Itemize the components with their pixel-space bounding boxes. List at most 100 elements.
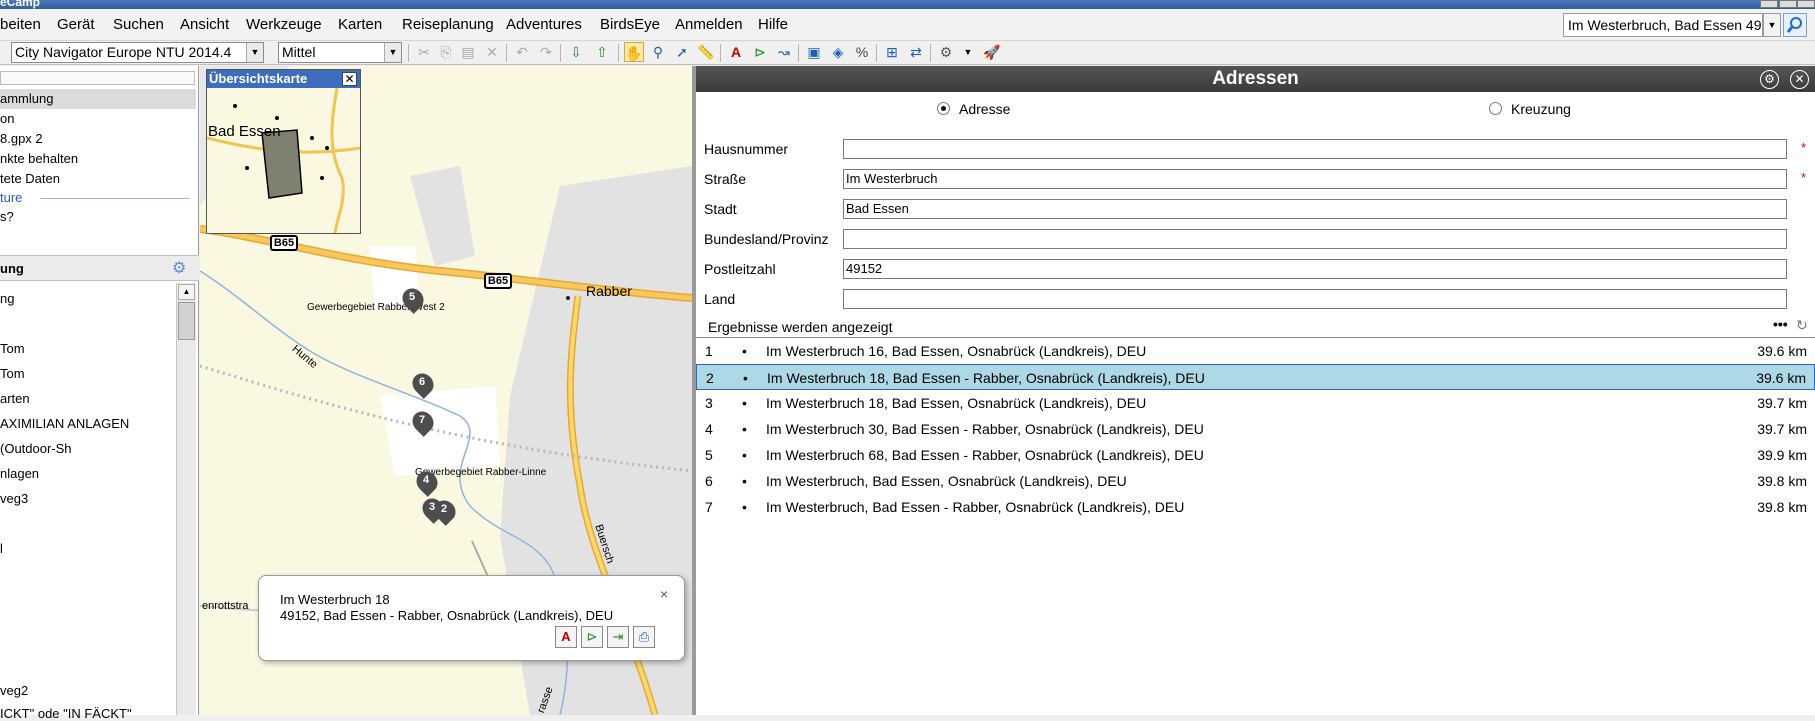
- minimize-button[interactable]: [1760, 0, 1778, 8]
- percent-icon[interactable]: %: [852, 42, 872, 62]
- country-field[interactable]: [843, 289, 1787, 309]
- waypoint-tool-icon[interactable]: ⊳: [750, 42, 770, 62]
- track-tool-icon[interactable]: ↝: [774, 42, 794, 62]
- window-title-bar: eCamp: [0, 0, 1815, 9]
- list-item[interactable]: veg2: [0, 683, 28, 698]
- search-history-dropdown[interactable]: ▼: [1763, 13, 1781, 37]
- fit-view-icon[interactable]: ⊞: [882, 42, 902, 62]
- list-item[interactable]: arten: [0, 391, 30, 406]
- tools-dropdown-icon[interactable]: ▼: [958, 42, 978, 62]
- close-icon[interactable]: ✕: [1790, 70, 1809, 89]
- library-filter[interactable]: [0, 71, 195, 85]
- library-item[interactable]: tete Daten: [0, 171, 196, 186]
- gear-icon[interactable]: ⚙: [172, 258, 186, 278]
- select-arrow-icon[interactable]: ➚: [672, 42, 692, 62]
- close-icon[interactable]: ×: [660, 586, 668, 602]
- search-button[interactable]: [1783, 13, 1807, 37]
- route-tool-icon[interactable]: A: [726, 42, 746, 62]
- result-row[interactable]: 6 • Im Westerbruch, Bad Essen, Osnabrück…: [696, 468, 1815, 494]
- result-address: Im Westerbruch 16, Bad Essen, Osnabrück …: [766, 343, 1147, 359]
- undo-icon[interactable]: ↶: [512, 42, 532, 62]
- library-item[interactable]: on: [0, 111, 196, 126]
- menu-geraet[interactable]: Gerät: [57, 16, 95, 33]
- result-row[interactable]: 1 • Im Westerbruch 16, Bad Essen, Osnabr…: [696, 338, 1815, 364]
- send-to-device-icon[interactable]: ⇧: [592, 42, 612, 62]
- menu-ansicht[interactable]: Ansicht: [180, 16, 229, 33]
- menu-reiseplanung[interactable]: Reiseplanung: [402, 16, 494, 33]
- redo-icon[interactable]: ↷: [536, 42, 556, 62]
- adventure-icon[interactable]: 🚀: [982, 42, 1002, 62]
- copy-icon[interactable]: ⎘: [436, 42, 456, 62]
- close-window-button[interactable]: [1797, 0, 1815, 8]
- menu-adventures[interactable]: Adventures: [506, 16, 582, 33]
- city-field[interactable]: Bad Essen: [843, 199, 1787, 219]
- detail-level-select[interactable]: Mittel ▼: [278, 42, 402, 63]
- search-icon: [1786, 17, 1802, 33]
- more-options-icon[interactable]: •••: [1773, 316, 1788, 332]
- mode-crossing-label: Kreuzung: [1511, 101, 1571, 117]
- menu-karten[interactable]: Karten: [338, 16, 382, 33]
- receive-from-device-icon[interactable]: ⇩: [566, 42, 586, 62]
- close-icon[interactable]: ✕: [342, 72, 357, 86]
- create-waypoint-icon[interactable]: ⊳: [581, 626, 603, 648]
- result-row[interactable]: 5 • Im Westerbruch 68, Bad Essen - Rabbe…: [696, 442, 1815, 468]
- list-item[interactable]: ng: [0, 291, 14, 306]
- delete-icon[interactable]: ✕: [482, 42, 502, 62]
- route-to-icon[interactable]: A: [555, 626, 577, 648]
- measure-icon[interactable]: 📏: [696, 42, 716, 62]
- hand-tool-icon[interactable]: ✋: [624, 42, 644, 62]
- list-item[interactable]: Tom: [0, 341, 25, 356]
- add-to-route-icon[interactable]: ⇥: [607, 626, 629, 648]
- panel-splitter[interactable]: [692, 66, 696, 715]
- result-row[interactable]: 4 • Im Westerbruch 30, Bad Essen - Rabbe…: [696, 416, 1815, 442]
- list-item[interactable]: nlagen: [0, 466, 39, 481]
- list-item[interactable]: AXIMILIAN ANLAGEN: [0, 416, 129, 431]
- menu-suchen[interactable]: Suchen: [113, 16, 164, 33]
- required-marker: *: [1801, 170, 1807, 185]
- scroll-up-icon[interactable]: ▲: [178, 284, 195, 300]
- list-item[interactable]: veg3: [0, 491, 28, 506]
- overview-map-title: Übersichtskarte: [207, 70, 360, 88]
- swap-icon[interactable]: ⇄: [906, 42, 926, 62]
- mode-address-radio[interactable]: [937, 102, 950, 115]
- print-icon[interactable]: ⎙: [633, 626, 655, 648]
- state-field[interactable]: [843, 229, 1787, 249]
- menu-birdseye[interactable]: BirdsEye: [600, 16, 660, 33]
- housenumber-field[interactable]: [843, 139, 1787, 159]
- list-item[interactable]: ICKT" ode "IN FÄCKT": [0, 706, 132, 721]
- library-item[interactable]: 8.gpx 2: [0, 131, 196, 146]
- settings-icon[interactable]: ⚙: [1760, 70, 1779, 89]
- refresh-icon[interactable]: ↻: [1796, 317, 1808, 334]
- map-view-icon[interactable]: ▣: [804, 42, 824, 62]
- library-item[interactable]: nkte behalten: [0, 151, 196, 166]
- search-input[interactable]: Im Westerbruch, Bad Essen 4915: [1563, 13, 1763, 37]
- postcode-field[interactable]: 49152: [843, 259, 1787, 279]
- marker-label: 2: [441, 503, 448, 515]
- tools-icon[interactable]: ⚙: [936, 42, 956, 62]
- list-item[interactable]: l: [0, 541, 3, 556]
- list-item[interactable]: Tom: [0, 366, 25, 381]
- list-item[interactable]: (Outdoor-Sh: [0, 441, 72, 456]
- result-number: 2: [706, 370, 714, 386]
- cut-icon[interactable]: ✂: [414, 42, 434, 62]
- zoom-icon[interactable]: ⚲: [648, 42, 668, 62]
- paste-icon[interactable]: ▤: [458, 42, 478, 62]
- result-distance: 39.6 km: [1756, 370, 1806, 386]
- scroll-thumb[interactable]: [178, 302, 195, 340]
- menu-anmelden[interactable]: Anmelden: [675, 16, 743, 33]
- map-product-select[interactable]: City Navigator Europe NTU 2014.4 ▼: [11, 42, 264, 63]
- menu-werkzeuge[interactable]: Werkzeuge: [246, 16, 322, 33]
- list-scrollbar[interactable]: ▲: [176, 283, 196, 715]
- library-item[interactable]: s?: [0, 209, 196, 224]
- result-row[interactable]: 7 • Im Westerbruch, Bad Essen - Rabber, …: [696, 494, 1815, 520]
- mode-crossing-radio[interactable]: [1489, 102, 1502, 115]
- overview-map-window[interactable]: Übersichtskarte ✕ Bad Essen: [206, 69, 361, 234]
- menu-bearbeiten[interactable]: beiten: [0, 16, 41, 33]
- library-item[interactable]: ammlung: [0, 89, 196, 109]
- 3d-view-icon[interactable]: ◈: [828, 42, 848, 62]
- menu-hilfe[interactable]: Hilfe: [758, 16, 788, 33]
- result-row[interactable]: 3 • Im Westerbruch 18, Bad Essen, Osnabr…: [696, 390, 1815, 416]
- street-field[interactable]: Im Westerbruch: [843, 169, 1787, 189]
- result-row-selected[interactable]: 2 • Im Westerbruch 18, Bad Essen - Rabbe…: [696, 364, 1815, 390]
- maximize-button[interactable]: [1779, 0, 1797, 8]
